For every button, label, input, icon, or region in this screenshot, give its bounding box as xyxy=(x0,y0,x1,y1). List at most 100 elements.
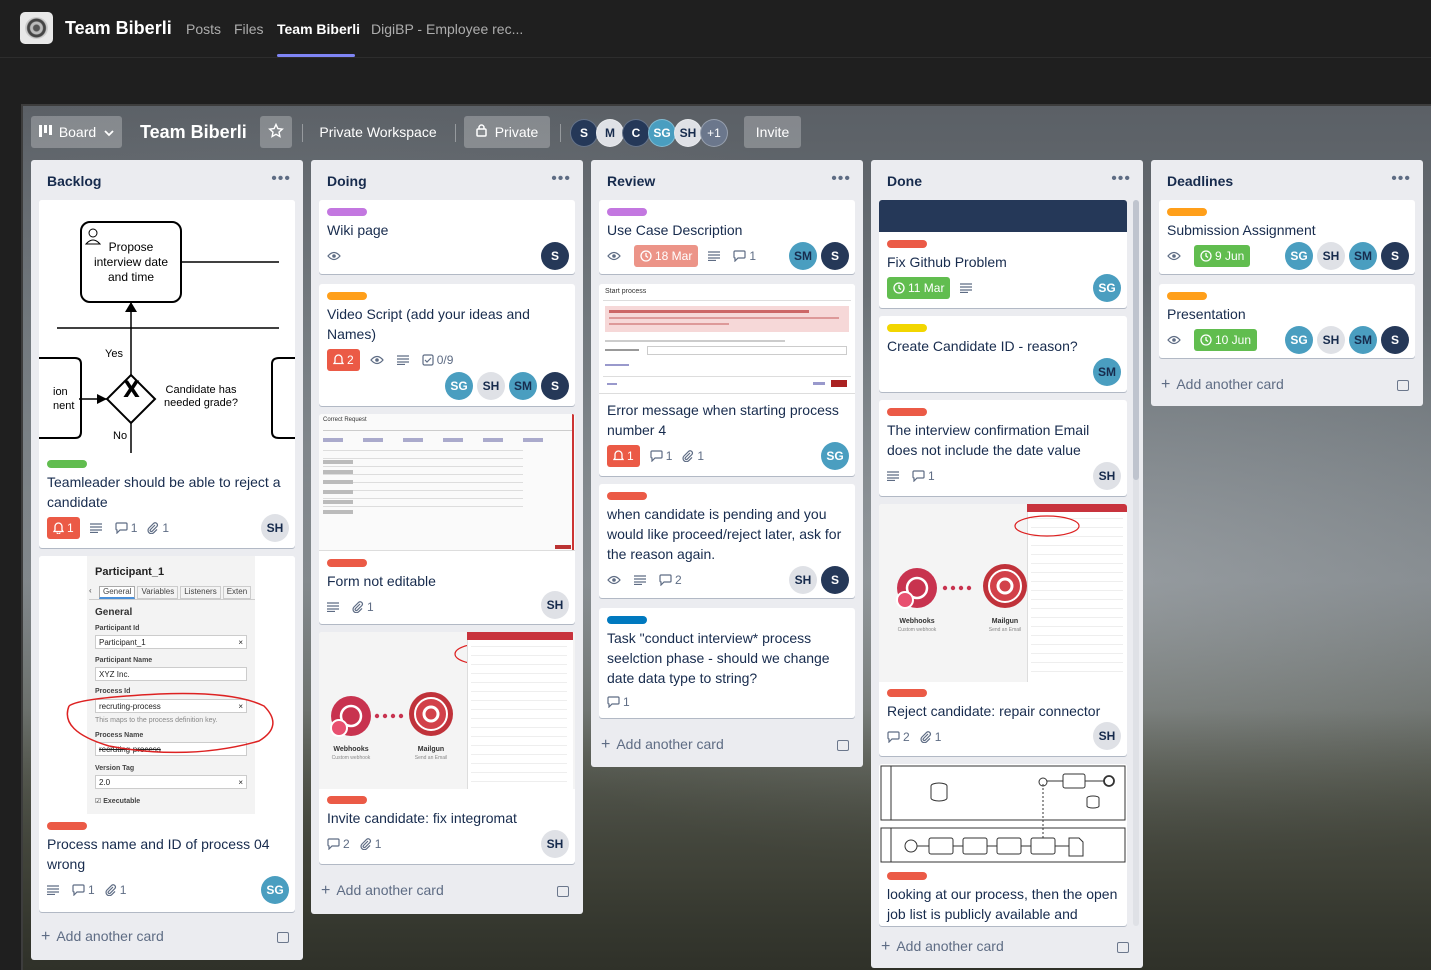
board-view-switcher[interactable]: Board xyxy=(31,116,122,148)
card[interactable]: Task "conduct interview* process seelcti… xyxy=(599,608,855,718)
card-label-red[interactable] xyxy=(327,559,367,567)
member-avatar[interactable]: SM xyxy=(1349,326,1377,354)
card-label-purple[interactable] xyxy=(607,208,647,216)
card[interactable]: Use Case Description 18 Mar 1 SM S xyxy=(599,200,855,274)
member-avatar[interactable]: SM xyxy=(1349,242,1377,270)
board-title[interactable]: Team Biberli xyxy=(140,122,247,143)
card-label-red[interactable] xyxy=(887,408,927,416)
member-avatar[interactable]: SH xyxy=(1317,326,1345,354)
member-avatar[interactable]: SH xyxy=(261,514,289,542)
card-label-red[interactable] xyxy=(327,796,367,804)
team-logo[interactable] xyxy=(20,12,53,44)
card[interactable]: Start process Error message when startin… xyxy=(599,284,855,476)
card[interactable]: Participant_1 ‹ General Variables Listen… xyxy=(39,556,295,912)
member-avatar[interactable]: SH xyxy=(1317,242,1345,270)
due-date-badge[interactable]: 10 Jun xyxy=(1194,329,1258,351)
card[interactable]: Webhooks Custom webhook Mailgun Send an … xyxy=(879,504,1127,756)
card-label-purple[interactable] xyxy=(327,208,367,216)
card[interactable]: looking at our process, then the open jo… xyxy=(879,764,1127,926)
due-date-badge[interactable]: 11 Mar xyxy=(887,277,951,299)
list-scrollbar-thumb[interactable] xyxy=(1133,200,1139,480)
card-label-yellow[interactable] xyxy=(887,324,927,332)
add-card-button[interactable]: + Add another card xyxy=(1161,376,1284,394)
card[interactable]: Webhooks Custom webhook Mailgun Send an … xyxy=(319,632,575,864)
board-member-avatar[interactable]: S xyxy=(570,119,598,147)
member-avatar[interactable]: SH xyxy=(541,830,569,858)
member-avatar[interactable]: SG xyxy=(261,876,289,904)
tab-files[interactable]: Files xyxy=(234,21,264,37)
card-label-orange[interactable] xyxy=(1167,208,1207,216)
board-member-avatar[interactable]: SG xyxy=(648,119,676,147)
tab-team-biberli[interactable]: Team Biberli xyxy=(277,21,360,37)
due-date-badge[interactable]: 9 Jun xyxy=(1194,245,1251,267)
member-avatar[interactable]: SG xyxy=(821,442,849,470)
member-avatar[interactable]: SH xyxy=(477,372,505,400)
board-member-avatar[interactable]: C xyxy=(622,119,650,147)
member-avatar[interactable]: S xyxy=(821,242,849,270)
card[interactable]: Correct Request Form not editable 1 SH xyxy=(319,414,575,624)
due-date-badge[interactable]: 18 Mar xyxy=(634,245,699,267)
add-card-button[interactable]: + Add another card xyxy=(321,882,444,900)
card[interactable]: Submission Assignment 9 Jun SG SH SM S xyxy=(1159,200,1415,274)
list-title[interactable]: Done xyxy=(887,173,922,189)
list-menu-button[interactable]: ••• xyxy=(1391,170,1411,188)
card-label-red[interactable] xyxy=(887,240,927,248)
card[interactable]: X Propose interview date and time Candid… xyxy=(39,200,295,548)
member-avatar[interactable]: SH xyxy=(1093,722,1121,750)
member-avatar[interactable]: S xyxy=(1381,242,1409,270)
card-template-icon[interactable] xyxy=(837,740,849,751)
card-template-icon[interactable] xyxy=(1117,942,1129,953)
member-avatar[interactable]: S xyxy=(1381,326,1409,354)
card-label-orange[interactable] xyxy=(327,292,367,300)
member-avatar[interactable]: S xyxy=(541,242,569,270)
visibility-button[interactable]: Private xyxy=(464,116,550,148)
card[interactable]: Presentation 10 Jun SG SH SM S xyxy=(1159,284,1415,358)
list-title[interactable]: Review xyxy=(607,173,655,189)
member-avatar[interactable]: SG xyxy=(1285,242,1313,270)
card-template-icon[interactable] xyxy=(1397,380,1409,391)
member-avatar[interactable]: SG xyxy=(1285,326,1313,354)
add-card-button[interactable]: + Add another card xyxy=(601,736,724,754)
card-label-red[interactable] xyxy=(887,689,927,697)
invite-button[interactable]: Invite xyxy=(744,116,801,148)
member-avatar[interactable]: SM xyxy=(789,242,817,270)
card-template-icon[interactable] xyxy=(277,932,289,943)
card[interactable]: Create Candidate ID - reason? SM xyxy=(879,316,1127,392)
list-menu-button[interactable]: ••• xyxy=(271,170,291,188)
workspace-button[interactable]: Private Workspace xyxy=(313,116,443,148)
member-avatar[interactable]: SH xyxy=(541,591,569,619)
card-label-orange[interactable] xyxy=(1167,292,1207,300)
member-avatar[interactable]: SH xyxy=(789,566,817,594)
add-card-button[interactable]: + Add another card xyxy=(881,938,1004,956)
card-label-red[interactable] xyxy=(607,492,647,500)
card-template-icon[interactable] xyxy=(557,886,569,897)
board-member-avatar[interactable]: M xyxy=(596,119,624,147)
card[interactable]: Video Script (add your ideas and Names) … xyxy=(319,284,575,406)
star-button[interactable] xyxy=(260,116,292,148)
member-avatar[interactable]: SM xyxy=(1093,358,1121,386)
card-label-green[interactable] xyxy=(47,460,87,468)
card-label-blue[interactable] xyxy=(607,616,647,624)
member-avatar[interactable]: SH xyxy=(1093,462,1121,490)
tab-posts[interactable]: Posts xyxy=(186,21,221,37)
more-members-button[interactable]: +1 xyxy=(700,119,728,147)
member-avatar[interactable]: S xyxy=(541,372,569,400)
list-title[interactable]: Doing xyxy=(327,173,367,189)
card[interactable]: Fix Github Problem 11 Mar SG xyxy=(879,200,1127,308)
list-title[interactable]: Deadlines xyxy=(1167,173,1233,189)
card-label-red[interactable] xyxy=(47,822,87,830)
list-menu-button[interactable]: ••• xyxy=(831,170,851,188)
member-avatar[interactable]: S xyxy=(821,566,849,594)
card-label-red[interactable] xyxy=(887,872,927,880)
member-avatar[interactable]: SM xyxy=(509,372,537,400)
card[interactable]: The interview confirmation Email does no… xyxy=(879,400,1127,496)
member-avatar[interactable]: SG xyxy=(445,372,473,400)
list-menu-button[interactable]: ••• xyxy=(1111,170,1131,188)
card[interactable]: Wiki page S xyxy=(319,200,575,274)
list-title[interactable]: Backlog xyxy=(47,173,101,189)
add-card-button[interactable]: + Add another card xyxy=(41,928,164,946)
board-member-avatar[interactable]: SH xyxy=(674,119,702,147)
member-avatar[interactable]: SG xyxy=(1093,274,1121,302)
list-menu-button[interactable]: ••• xyxy=(551,170,571,188)
tab-digibp[interactable]: DigiBP - Employee rec... xyxy=(371,21,523,37)
